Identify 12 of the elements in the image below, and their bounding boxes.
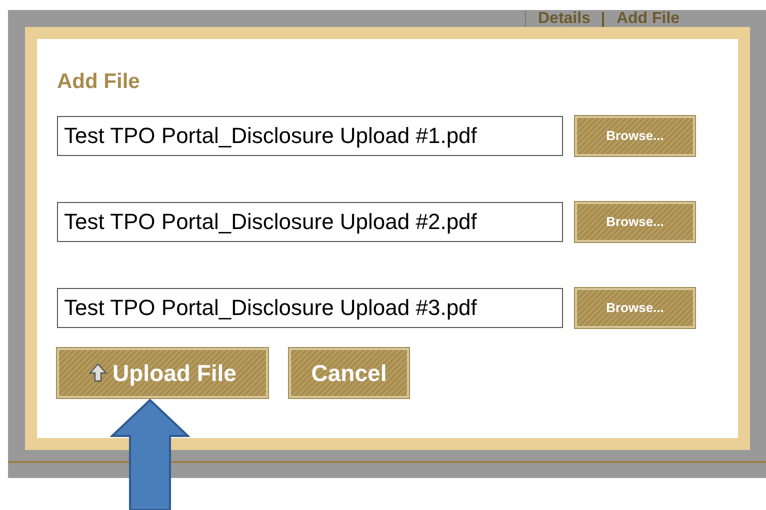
file-path-field[interactable]: Test TPO Portal_Disclosure Upload #1.pdf [57,116,563,156]
browse-button[interactable]: Browse... [575,202,695,242]
nav-link[interactable]: Details [538,11,590,27]
dialog-title: Add File [57,71,141,92]
up-arrow-icon [88,363,107,383]
file-path-field[interactable]: Test TPO Portal_Disclosure Upload #3.pdf [57,288,563,328]
browse-button[interactable]: Browse... [575,116,695,156]
upload-file-button[interactable]: Upload File [57,348,268,398]
browse-button[interactable]: Browse... [575,288,695,328]
file-path-field[interactable]: Test TPO Portal_Disclosure Upload #2.pdf [57,202,563,242]
cancel-button[interactable]: Cancel [289,348,409,398]
nav-link[interactable]: Add File [616,11,680,27]
